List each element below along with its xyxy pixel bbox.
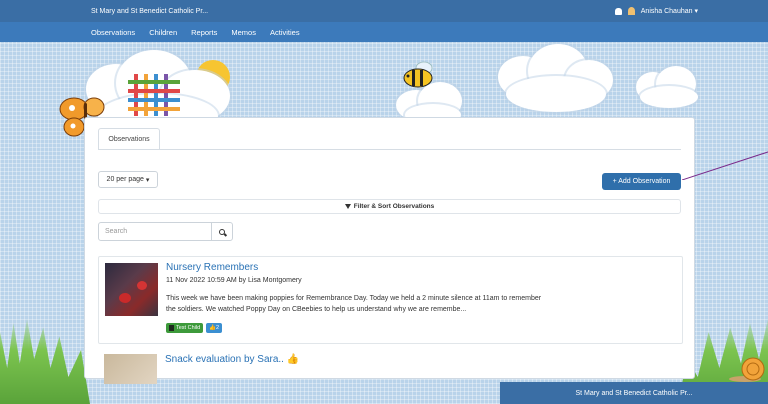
top-bar: St Mary and St Benedict Catholic Pr... A… (0, 0, 768, 22)
observations-panel: Observations 20 per page ▾ + Add Observa… (84, 117, 695, 384)
like-badge[interactable]: 👍2 (206, 323, 223, 333)
observation-meta: 11 Nov 2022 10:59 AM by Lisa Montgomery (166, 277, 302, 284)
per-page-select[interactable]: 20 per page ▾ (98, 171, 158, 188)
snail-illustration (729, 357, 765, 382)
nav-item-reports[interactable]: Reports (191, 28, 217, 37)
add-observation-button[interactable]: + Add Observation (602, 173, 681, 190)
child-avatar-icon (169, 325, 174, 331)
user-avatar-icon (627, 7, 635, 15)
filter-sort-toggle[interactable]: Filter & Sort Observations (98, 199, 681, 214)
search-button[interactable] (211, 222, 233, 241)
chevron-down-icon: ▾ (694, 8, 698, 15)
add-observation-label: + Add Observation (612, 178, 671, 185)
grass-illustration (0, 318, 90, 404)
child-badge[interactable]: Test Child (166, 323, 204, 333)
search-input[interactable]: Search (98, 222, 212, 241)
observation-card[interactable]: Snack evaluation by Sara.. 👍 (98, 350, 498, 384)
observation-text: This week we have been making poppies fo… (166, 295, 542, 313)
nav-item-children[interactable]: Children (149, 28, 177, 37)
nav-item-observations[interactable]: Observations (91, 28, 135, 37)
tab-observations[interactable]: Observations (98, 128, 160, 150)
observation-card[interactable]: Nursery Remembers 11 Nov 2022 10:59 AM b… (98, 256, 683, 344)
filter-label: Filter & Sort Observations (353, 203, 435, 210)
observation-title[interactable]: Snack evaluation by Sara.. 👍 (165, 354, 299, 365)
filter-icon (344, 204, 351, 209)
observation-thumbnail[interactable] (104, 354, 157, 384)
per-page-label: 20 per page (106, 176, 144, 183)
tab-label: Observations (108, 136, 150, 143)
main-nav: Observations Children Reports Memos Acti… (0, 22, 768, 42)
footer-bar: St Mary and St Benedict Catholic Pr... (500, 382, 768, 404)
annotation-line (682, 151, 768, 180)
observation-thumbnail[interactable] (105, 263, 158, 316)
nav-item-memos[interactable]: Memos (231, 28, 256, 37)
user-area: Anisha Chauhan ▾ (614, 7, 698, 15)
user-menu[interactable]: Anisha Chauhan ▾ (641, 7, 698, 15)
nav-item-activities[interactable]: Activities (270, 28, 300, 37)
child-badge-label: Test Child (176, 325, 201, 331)
footer-school-name: St Mary and St Benedict Catholic Pr... (575, 389, 693, 397)
user-name: Anisha Chauhan (640, 8, 693, 15)
tab-divider (98, 149, 681, 150)
school-logo (128, 74, 180, 116)
observation-chips: Test Child 👍2 (166, 323, 223, 333)
cloud (640, 86, 698, 108)
observation-title[interactable]: Nursery Remembers (166, 262, 258, 273)
bell-icon[interactable] (614, 7, 622, 15)
bee-illustration (403, 61, 433, 88)
school-name: St Mary and St Benedict Catholic Pr... (91, 7, 209, 15)
search-icon (219, 228, 225, 235)
chevron-down-icon: ▾ (145, 176, 150, 184)
like-count: 👍2 (209, 325, 220, 331)
search-placeholder: Search (105, 228, 128, 235)
cloud (506, 76, 606, 112)
